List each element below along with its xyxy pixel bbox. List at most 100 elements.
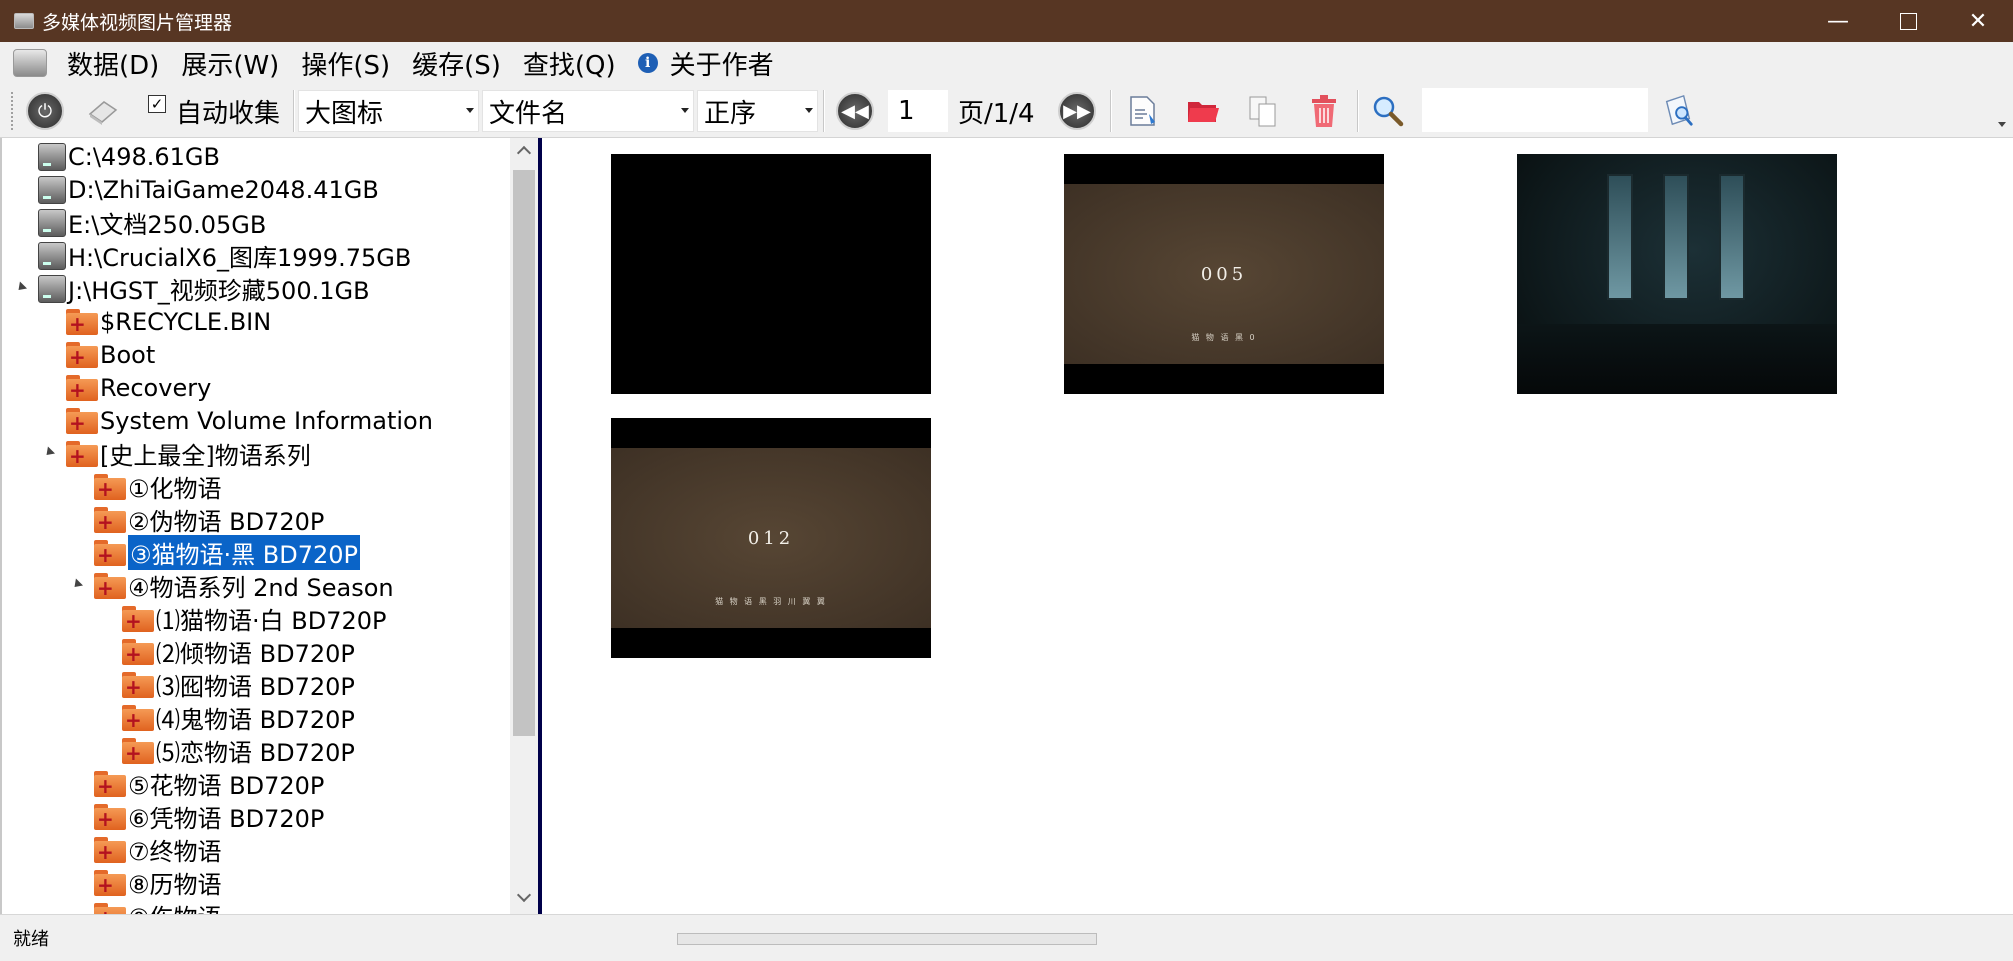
thumbnail-3[interactable] [1517,154,1837,394]
page-input[interactable]: 1 [888,90,948,132]
tree-item-drive-j[interactable]: J:\HGST_视频珍藏500.1GB [38,272,370,305]
menu-cache[interactable]: 缓存(S) [412,45,501,82]
menu-operate[interactable]: 操作(S) [301,45,390,82]
thumbnail-4[interactable]: 012 猫 物 语 黑 羽 川 翼 翼 [611,418,931,658]
folder-icon: + [94,869,126,896]
minimize-button[interactable]: — [1803,0,1873,42]
folder-icon: + [122,605,154,632]
search-document-icon [1661,94,1695,128]
tree-item-label: System Volume Information [100,406,433,435]
maximize-button[interactable] [1873,0,1943,42]
tree-item-kabukimonogatari[interactable]: + ⑵倾物语 BD720P [122,635,355,668]
menu-search[interactable]: 查找(Q) [523,45,616,82]
open-file-button[interactable] [1125,90,1159,132]
tree-item-tsukimonogatari[interactable]: + ⑥凭物语 BD720P [94,800,324,833]
copy-button[interactable] [1246,90,1280,132]
tree-item-drive-e[interactable]: E:\文档250.05GB [38,206,266,239]
delete-button[interactable] [1307,90,1341,132]
tree-item-label: ⑵倾物语 BD720P [156,640,355,668]
collapse-icon[interactable] [70,578,84,591]
thumbnail-2[interactable]: 005 猫 物 语 黑 0 [1064,154,1384,394]
tree-item-drive-c[interactable]: C:\498.61GB [38,140,220,173]
tree-item-otorimonogatari[interactable]: + ⑶囮物语 BD720P [122,668,355,701]
open-folder-button[interactable] [1186,90,1220,132]
drive-icon [38,241,66,270]
tree-item-kizumonogatari[interactable]: + ⑨伤物语 [94,899,222,914]
tree-item-boot[interactable]: + Boot [66,338,155,371]
drive-icon [38,175,66,204]
tree-item-nekomonogatari-kuro[interactable]: + ③猫物语·黑 BD720P [94,535,360,570]
toolbar-separator [1357,90,1359,132]
system-menu-icon[interactable] [13,49,47,77]
red-folder-icon [1186,94,1220,128]
tree-item-label: ①化物语 [128,475,222,503]
tree-item-second-season[interactable]: + ④物语系列 2nd Season [94,569,394,602]
thumbnail-caption: 猫 物 语 黑 羽 川 翼 翼 [715,597,827,606]
tree-item-label: Recovery [100,373,212,402]
toolbar-overflow-icon[interactable] [1998,122,2006,127]
tree-item-recycle-bin[interactable]: + $RECYCLE.BIN [66,305,271,338]
folder-icon: + [66,341,98,368]
next-page-button[interactable]: ▶▶ [1058,90,1096,132]
menu-about[interactable]: 关于作者 [670,45,774,82]
tree-item-label: C:\498.61GB [68,142,220,171]
thumbnail-frame [1517,154,1837,394]
advanced-search-button[interactable] [1661,90,1695,132]
collapse-icon[interactable] [42,446,56,459]
tree-item-nekomonogatari-shiro[interactable]: + ⑴猫物语·白 BD720P [122,602,386,635]
folder-icon: + [122,704,154,731]
collapse-icon[interactable] [14,281,28,294]
scroll-down-icon[interactable] [516,887,532,903]
tree-scrollbar[interactable] [510,138,538,914]
info-icon: i [637,53,658,73]
auto-collect-toggle[interactable]: ✓ 自动收集 [148,90,280,132]
tree-item-label: ⑨伤物语 [128,898,222,914]
tree-item-label: ⑥凭物语 BD720P [128,805,325,833]
auto-collect-checkbox[interactable]: ✓ [148,95,166,113]
scroll-up-icon[interactable] [516,145,532,161]
folder-icon: + [66,440,98,467]
status-text: 就绪 [13,929,49,950]
fast-forward-icon: ▶▶ [1058,92,1096,130]
sort-field-value: 文件名 [489,98,568,129]
sort-order-select[interactable]: 正序 [697,90,818,132]
tree-item-recovery[interactable]: + Recovery [66,371,211,404]
folder-icon: + [94,539,126,566]
search-button[interactable] [1371,90,1405,132]
tree-item-koimonogatari[interactable]: + ⑸恋物语 BD720P [122,734,355,767]
tree-item-label: D:\ZhiTaiGame2048.41GB [68,175,379,204]
tree-item-nisemonogatari[interactable]: + ②伪物语 BD720P [94,503,324,536]
tree-item-monogatari-series[interactable]: + [史上最全]物语系列 [66,437,311,470]
tree-item-bakemonogatari[interactable]: + ①化物语 [94,470,222,503]
tree-item-system-volume-information[interactable]: + System Volume Information [66,404,433,437]
menu-view[interactable]: 展示(W) [181,45,279,82]
tree-item-label: Boot [100,340,156,369]
tree-item-label: [史上最全]物语系列 [100,442,311,470]
menu-bar: 数据(D) 展示(W) 操作(S) 缓存(S) 查找(Q) i 关于作者 [0,42,2013,84]
thumbnail-frame: 005 猫 物 语 黑 0 [1064,184,1384,364]
previous-page-button[interactable]: ◀◀ [836,90,874,132]
tree-item-koyomimonogatari[interactable]: + ⑧历物语 [94,866,222,899]
scrollbar-thumb[interactable] [513,170,535,736]
eraser-button[interactable] [86,90,120,132]
tree-item-onimonogatari[interactable]: + ⑷鬼物语 BD720P [122,701,355,734]
tree-item-drive-h[interactable]: H:\CrucialX6_图库1999.75GB [38,239,411,272]
eraser-icon [86,94,120,128]
folder-icon: + [94,902,126,914]
power-icon: ⏻ [26,92,64,130]
trash-icon [1307,94,1341,128]
tree-item-drive-d[interactable]: D:\ZhiTaiGame2048.41GB [38,173,379,206]
menu-data[interactable]: 数据(D) [67,45,159,82]
tree-item-hanamonogatari[interactable]: + ⑤花物语 BD720P [94,767,324,800]
toolbar-separator [823,90,825,132]
tree-item-label: ②伪物语 BD720P [128,508,325,536]
thumbnail-1[interactable] [611,154,931,394]
sort-field-select[interactable]: 文件名 [482,90,694,132]
refresh-button[interactable]: ⏻ [26,90,64,132]
toolbar-grip[interactable] [11,92,14,130]
tree-item-owarimonogatari[interactable]: + ⑦终物语 [94,833,222,866]
search-input[interactable] [1422,88,1648,132]
view-mode-select[interactable]: 大图标 [298,90,479,132]
close-button[interactable]: ✕ [1943,0,2013,42]
folder-icon: + [66,374,98,401]
